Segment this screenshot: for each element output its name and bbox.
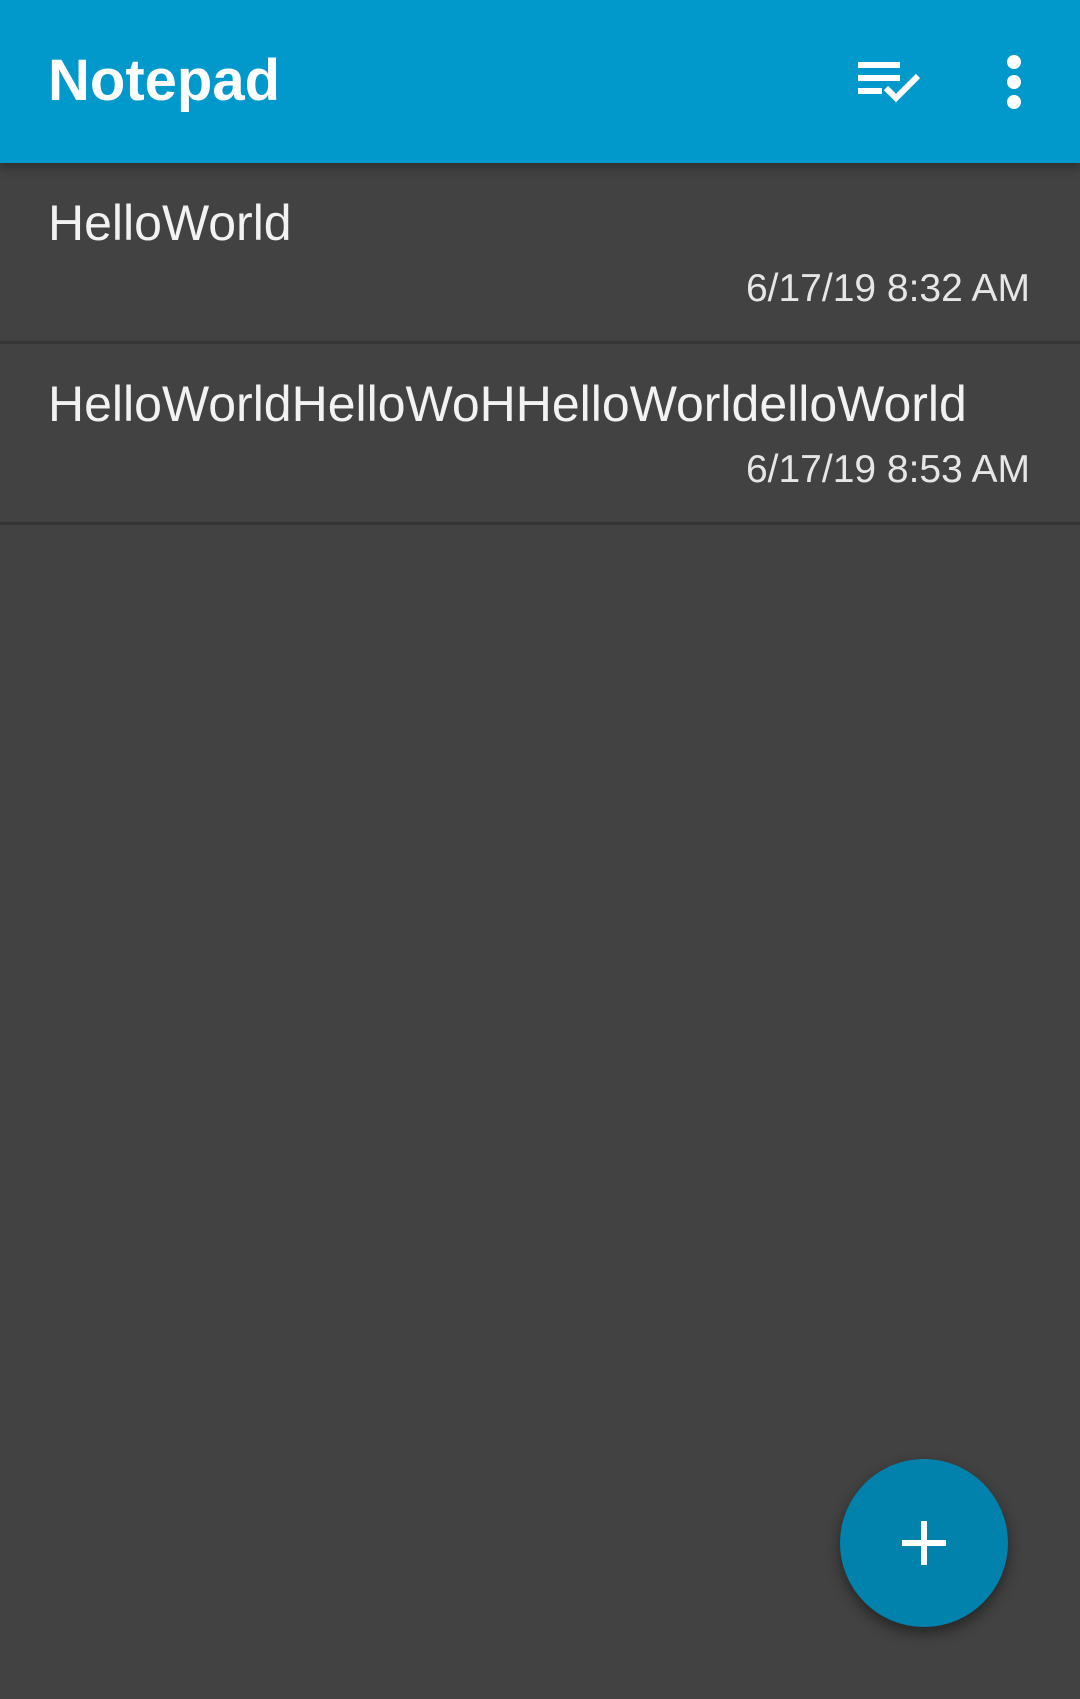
overflow-menu-button[interactable] bbox=[972, 40, 1056, 124]
note-list-item[interactable]: HelloWorld 6/17/19 8:32 AM bbox=[0, 163, 1080, 344]
note-list-item[interactable]: HelloWorldHelloWoHHelloWorldelloWorld 6/… bbox=[0, 344, 1080, 525]
note-date: 6/17/19 8:53 AM bbox=[745, 448, 1030, 491]
checklist-icon bbox=[858, 62, 921, 103]
note-title: HelloWorldHelloWoHHelloWorldelloWorld bbox=[48, 376, 967, 432]
note-title: HelloWorld bbox=[48, 195, 292, 251]
note-list: HelloWorld 6/17/19 8:32 AM HelloWorldHel… bbox=[0, 163, 1080, 525]
notepad-app: Notepad HelloWorld 6/17/19 8:32 AM Hello… bbox=[0, 0, 1080, 1699]
app-toolbar: Notepad bbox=[0, 0, 1080, 163]
app-title: Notepad bbox=[48, 48, 280, 113]
select-notes-button[interactable] bbox=[847, 40, 931, 124]
add-note-button[interactable] bbox=[840, 1459, 1008, 1627]
plus-icon bbox=[902, 1521, 946, 1565]
more-vert-icon bbox=[1007, 55, 1021, 109]
note-date: 6/17/19 8:32 AM bbox=[745, 267, 1030, 310]
